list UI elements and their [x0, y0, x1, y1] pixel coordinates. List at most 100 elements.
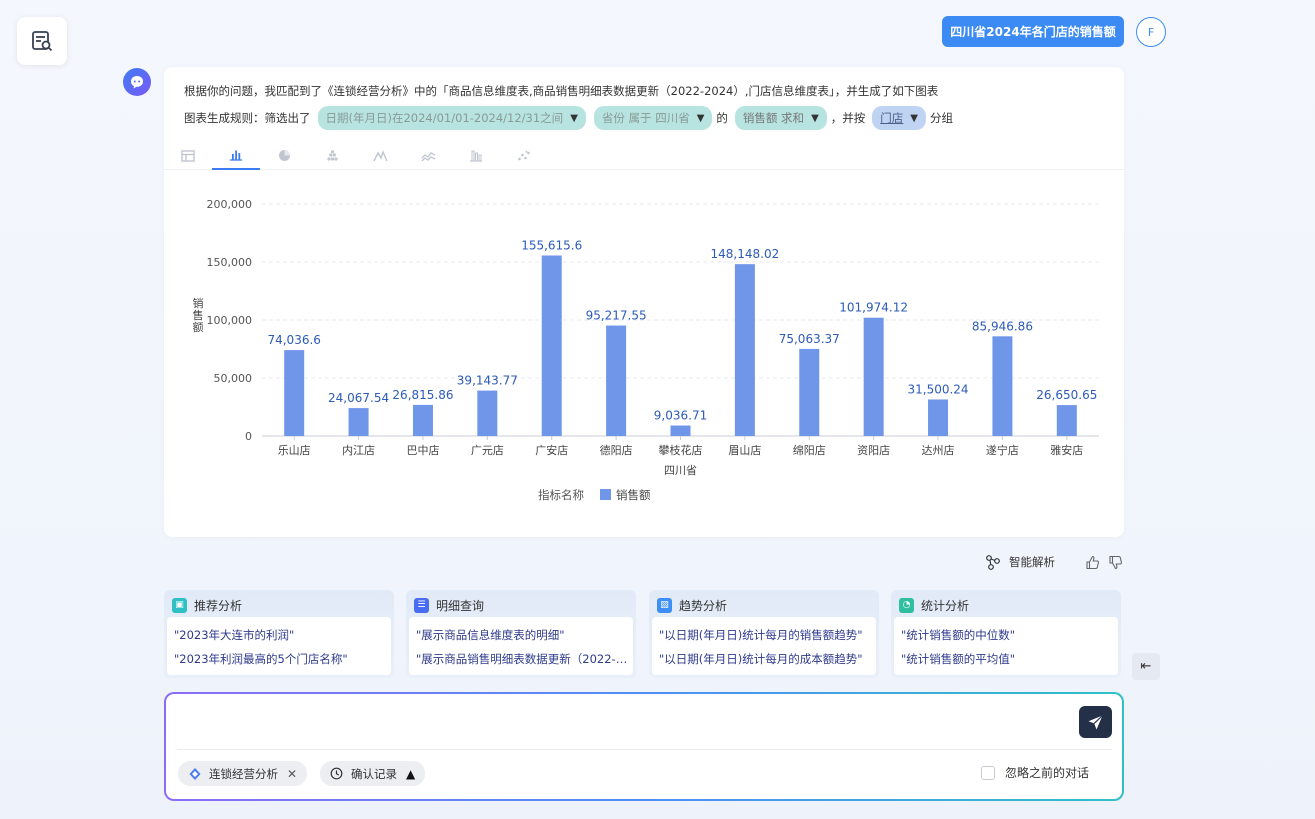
x-tick-label: 内江店 [342, 443, 375, 457]
y-axis-label: 销 [193, 296, 204, 310]
send-button[interactable] [1079, 706, 1112, 738]
send-icon [1088, 714, 1103, 729]
column-stack-icon [470, 150, 482, 162]
chart-rules: 图表生成规则：筛选出了 日期(年月日)在2024/01/01-2024/12/3… [184, 106, 956, 130]
bar-data-label: 26,650.65 [1036, 388, 1097, 402]
caret-up-icon: ▲ [406, 766, 416, 781]
history-button[interactable] [17, 17, 67, 65]
measure-chip[interactable]: 销售额 求和 ▼ [734, 106, 827, 130]
tab-bar-chart[interactable] [212, 141, 260, 170]
x-tick-label: 广元店 [471, 443, 504, 457]
dataset-icon [189, 767, 201, 780]
chat-input-box: 连锁经营分析 ✕ 确认记录 ▲ 忽略之前的对话 [164, 692, 1124, 801]
suggestion-item[interactable]: "展示商品销售明细表数据更新（2022-2024）的明细" [416, 651, 628, 667]
dataset-pill[interactable]: 连锁经营分析 ✕ [178, 761, 308, 786]
answer-actions: 智能解析 [985, 553, 1123, 571]
recommend-analysis-icon: ▣ [172, 597, 187, 613]
ignore-history-label: 忽略之前的对话 [1005, 766, 1090, 780]
suggestion-header: ◔ 统计分析 [899, 596, 969, 614]
bar [412, 404, 433, 436]
chat-input[interactable] [178, 704, 1068, 734]
y-tick-label: 0 [245, 430, 252, 443]
suggestion-item[interactable]: "2023年大连市的利润" [174, 627, 294, 643]
suggestion-item[interactable]: "以日期(年月日)统计每月的成本额趋势" [659, 651, 863, 667]
x-tick-label: 资阳店 [857, 443, 890, 457]
x-group-label: 四川省 [664, 464, 697, 477]
rules-of-text: 的 [716, 111, 728, 125]
bar-data-label: 31,500.24 [907, 382, 968, 396]
bar [541, 255, 562, 436]
bar [670, 425, 691, 436]
tab-area-chart[interactable] [404, 141, 452, 170]
ignore-history-checkbox[interactable] [981, 765, 995, 780]
tab-column-stack[interactable] [452, 141, 500, 170]
x-tick-label: 达州店 [922, 443, 955, 457]
chart-type-tabs [164, 141, 1124, 170]
x-tick-label: 攀枝花店 [659, 443, 703, 457]
bar-data-label: 9,036.71 [654, 409, 707, 423]
bar [1056, 405, 1077, 436]
x-tick-label: 绵阳店 [793, 443, 826, 457]
bar-chart-icon [230, 150, 242, 161]
suggestion-card-trend: ▧ 趋势分析 "以日期(年月日)统计每月的销售额趋势" "以日期(年月日)统计每… [649, 590, 879, 678]
suggestion-item[interactable]: "2023年利润最高的5个门店名称" [174, 651, 348, 667]
x-tick-label: 眉山店 [728, 443, 761, 457]
y-tick-label: 200,000 [207, 198, 253, 211]
tab-pie-chart[interactable] [260, 141, 308, 170]
rules-group-by-text: ，并按 [830, 111, 866, 125]
bar-data-label: 75,063.37 [779, 332, 840, 346]
x-tick-label: 雅安店 [1050, 443, 1083, 457]
area-chart-icon [421, 151, 435, 161]
smart-analysis-button[interactable]: 智能解析 [1009, 554, 1055, 570]
thumbs-down-icon[interactable] [1108, 555, 1123, 570]
collapse-panel-button[interactable]: ⇤ [1132, 653, 1160, 680]
assistant-avatar-icon [123, 68, 151, 96]
user-avatar[interactable]: F [1136, 17, 1166, 47]
suggestion-list: "以日期(年月日)统计每月的销售额趋势" "以日期(年月日)统计每月的成本额趋势… [652, 617, 876, 675]
document-search-icon [32, 31, 53, 52]
x-tick-label: 乐山店 [278, 443, 311, 457]
history-pill[interactable]: 确认记录 ▲ [320, 761, 426, 786]
bar-data-label: 39,143.77 [457, 374, 518, 388]
suggestion-item[interactable]: "以日期(年月日)统计每月的销售额趋势" [659, 627, 863, 643]
y-axis-label: 售 [193, 308, 204, 322]
bar-chart: 0 50,000 100,000 150,000 200,000 销售额 74,036.6 乐… [193, 198, 1099, 502]
group-chip[interactable]: 门店 ▼ [872, 106, 926, 130]
answer-card: 根据你的问题，我匹配到了《连锁经营分析》中的「商品信息维度表,商品销售明细表数据… [164, 67, 1124, 537]
thumbs-up-icon[interactable] [1085, 555, 1100, 570]
bar [863, 317, 884, 436]
stats-analysis-icon: ◔ [899, 597, 914, 613]
tab-line-chart[interactable] [356, 141, 404, 170]
suggestion-list: "2023年大连市的利润" "2023年利润最高的5个门店名称" [167, 617, 391, 675]
filter-chip-date[interactable]: 日期(年月日)在2024/01/01-2024/12/31之间 ▼ [317, 106, 586, 130]
bar [928, 399, 949, 436]
detail-query-icon: ☰ [414, 597, 429, 613]
chat-input-inner: 连锁经营分析 ✕ 确认记录 ▲ 忽略之前的对话 [166, 694, 1122, 799]
tab-table[interactable] [164, 141, 212, 170]
close-icon[interactable]: ✕ [287, 767, 297, 781]
x-tick-label: 遂宁店 [986, 443, 1019, 457]
chevron-down-icon: ▼ [910, 112, 918, 124]
input-divider [177, 749, 1112, 750]
grouped-dots-icon [326, 149, 338, 161]
bar [992, 336, 1013, 436]
ignore-history-toggle[interactable]: 忽略之前的对话 [981, 764, 1089, 781]
suggestion-item[interactable]: "统计销售额的平均值" [901, 651, 1015, 667]
suggestion-header: ▣ 推荐分析 [172, 596, 242, 614]
suggestion-item[interactable]: "统计销售额的中位数" [901, 627, 1015, 643]
chevron-down-icon: ▼ [811, 112, 819, 124]
suggestion-item[interactable]: "展示商品信息维度表的明细" [416, 627, 565, 643]
suggestion-list: "统计销售额的中位数" "统计销售额的平均值" [894, 617, 1118, 675]
line-chart-icon [372, 149, 388, 161]
filter-icon: ▼ [696, 112, 705, 124]
x-tick-label: 巴中店 [406, 443, 439, 457]
filter-date-label: 日期(年月日)在2024/01/01-2024/12/31之间 [325, 111, 564, 125]
x-tick-label: 广安店 [535, 443, 568, 457]
clock-icon [330, 767, 343, 780]
tab-grouped-dots[interactable] [308, 141, 356, 170]
filter-chip-province[interactable]: 省份 属于 四川省 ▼ [593, 106, 713, 130]
smart-analysis-icon [986, 555, 1000, 570]
bar [606, 325, 627, 436]
bar-data-label: 95,217.55 [586, 309, 647, 323]
tab-scatter[interactable] [500, 141, 548, 170]
